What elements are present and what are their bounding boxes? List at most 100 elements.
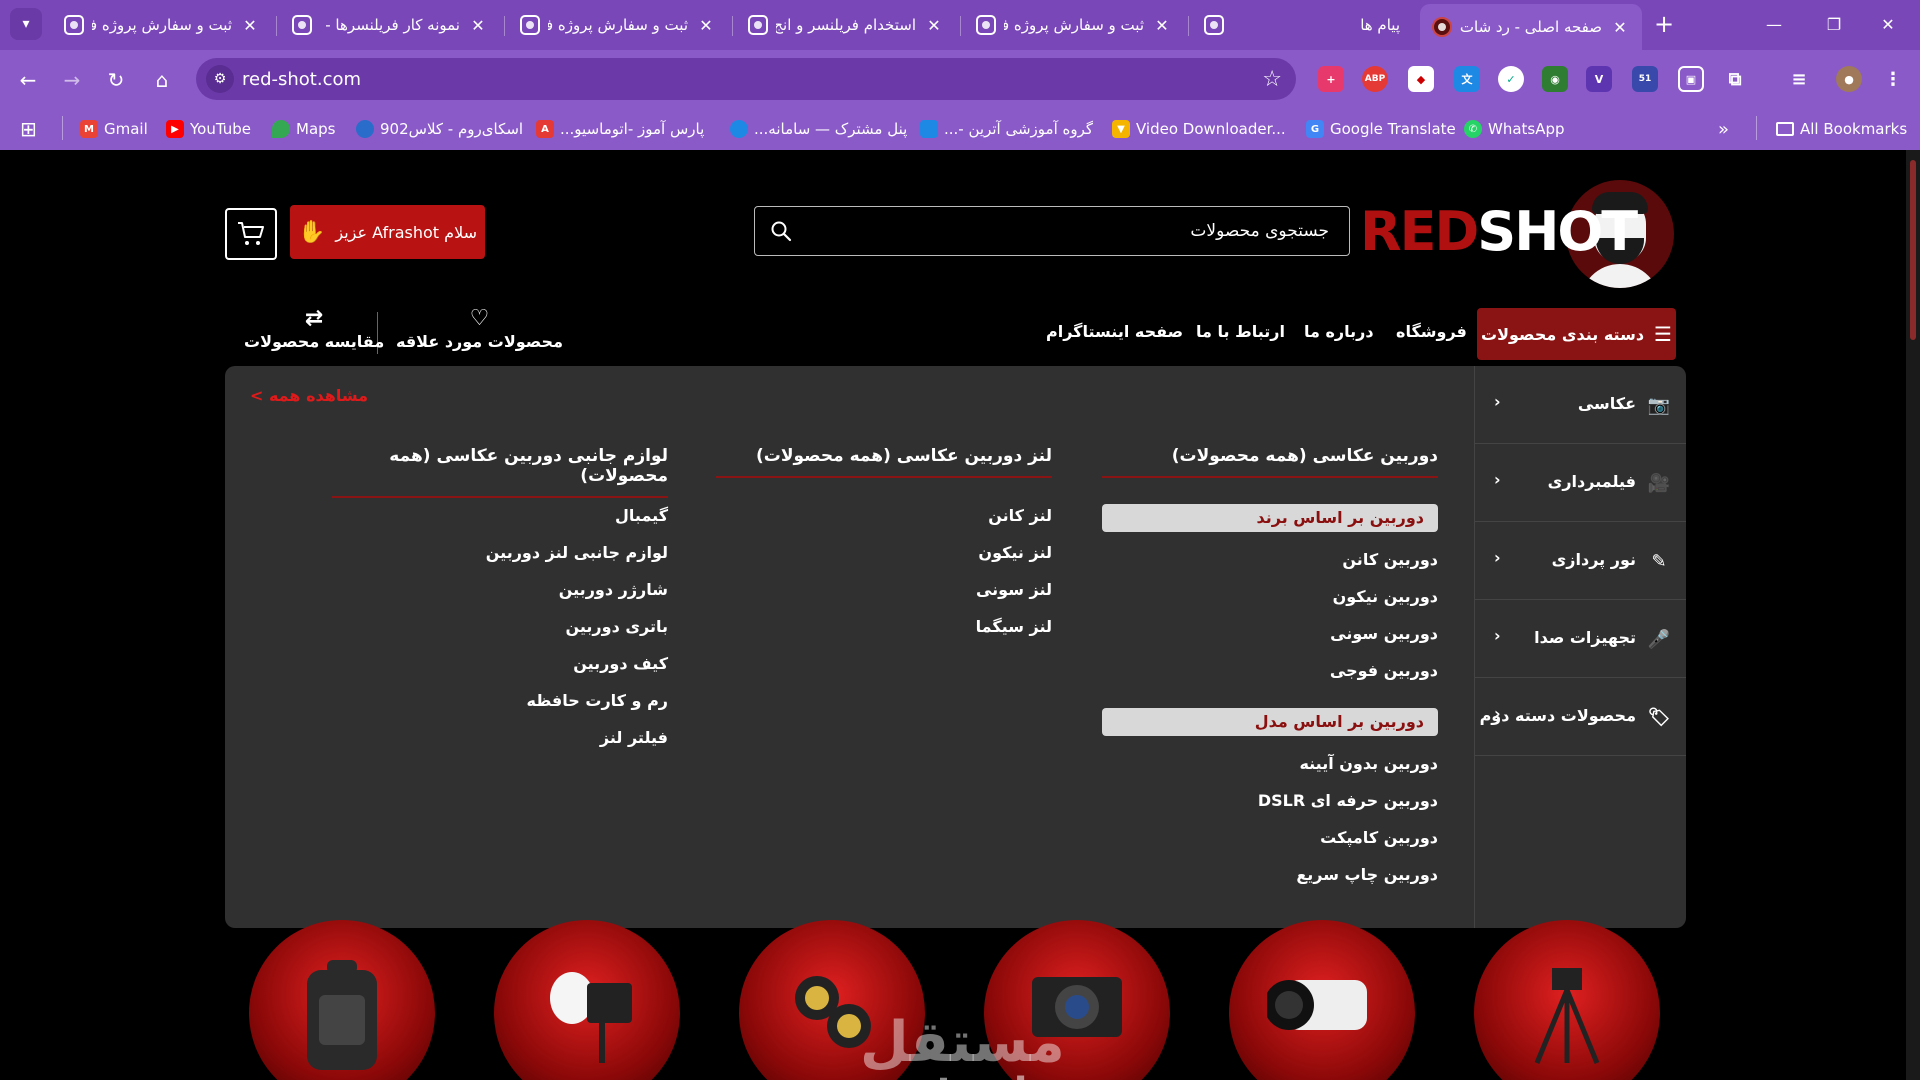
menu-kebab-icon[interactable]: ⋮ xyxy=(1880,66,1906,92)
home-button[interactable]: ⌂ xyxy=(146,64,178,96)
menu-link[interactable]: کیف دوربین xyxy=(573,654,668,673)
close-icon[interactable]: ✕ xyxy=(468,16,488,35)
bookmark-maps[interactable]: Maps xyxy=(272,116,335,142)
search-input[interactable]: جستجوی محصولات xyxy=(754,206,1350,256)
translate-extension-icon[interactable]: 文 xyxy=(1454,66,1480,92)
apps-grid-icon[interactable]: ⊞ xyxy=(20,116,37,142)
menu-link[interactable]: باتری دوربین xyxy=(565,617,668,636)
menu-link[interactable]: دوربین کانن xyxy=(1342,550,1438,569)
extensions-puzzle-icon[interactable]: ⧉ xyxy=(1722,66,1748,92)
menu-link[interactable]: دوربین سونی xyxy=(1330,624,1438,643)
notification-extension-icon[interactable]: 51 xyxy=(1632,66,1658,92)
extension-icon[interactable]: + xyxy=(1318,66,1344,92)
grammar-extension-icon[interactable]: ✓ xyxy=(1498,66,1524,92)
close-icon[interactable]: ✕ xyxy=(696,16,716,35)
page-scrollbar[interactable] xyxy=(1906,150,1920,1080)
v-extension-icon[interactable]: V xyxy=(1586,66,1612,92)
menu-link[interactable]: دوربین کامپکت xyxy=(1320,828,1438,847)
menu-link[interactable]: دوربین بدون آیینه xyxy=(1299,754,1438,773)
adblock-icon[interactable]: ABP xyxy=(1362,66,1388,92)
url-text[interactable]: red-shot.com xyxy=(242,69,361,90)
sidebar-item-video[interactable]: 🎥 فیلمبرداری › xyxy=(1474,444,1686,522)
tab[interactable]: ثبت و سفارش پروژه فر ✕ xyxy=(52,6,272,44)
menu-link[interactable]: رم و کارت حافظه xyxy=(527,691,669,710)
bookmark-star-icon[interactable]: ☆ xyxy=(1262,67,1282,92)
category-circle-lens[interactable] xyxy=(1229,920,1415,1080)
nav-about[interactable]: درباره ما xyxy=(1304,322,1374,341)
scrollbar-thumb[interactable] xyxy=(1910,160,1916,340)
menu-link[interactable]: دوربین حرفه ای DSLR xyxy=(1258,791,1438,810)
category-circle-bags[interactable] xyxy=(249,920,435,1080)
extension-icon[interactable]: ◉ xyxy=(1542,66,1568,92)
menu-link[interactable]: دوربین چاپ سریع xyxy=(1296,865,1438,884)
logo-wordmark[interactable]: REDSHOT xyxy=(1360,202,1638,262)
menu-link[interactable]: شارژر دوربین xyxy=(559,580,668,599)
profile-avatar[interactable]: ● xyxy=(1836,66,1862,92)
nav-shop[interactable]: فروشگاه xyxy=(1396,322,1467,341)
bookmarks-overflow-icon[interactable]: » xyxy=(1718,116,1729,142)
menu-link[interactable]: گیمبال xyxy=(615,506,668,525)
cart-button[interactable] xyxy=(225,208,277,260)
restore-button[interactable]: ❐ xyxy=(1814,10,1854,38)
bookmark-atrin[interactable]: گروه آموزشی آترین -... xyxy=(920,116,1093,142)
sidebar-item-photography[interactable]: 📷 عکاسی › xyxy=(1474,366,1686,444)
bookmark-youtube[interactable]: ▶ YouTube xyxy=(166,116,251,142)
menu-link[interactable]: لنز کانن xyxy=(988,506,1052,525)
subgroup-heading[interactable]: دوربین بر اساس برند xyxy=(1102,504,1438,532)
menu-link[interactable]: دوربین فوجی xyxy=(1330,661,1438,680)
minimize-button[interactable]: — xyxy=(1754,10,1794,38)
menu-link[interactable]: لوازم جانبی لنز دوربین xyxy=(486,543,668,562)
tab-active[interactable]: صفحه اصلی - رد شات ✕ xyxy=(1420,4,1642,50)
menu-link[interactable]: دوربین نیکون xyxy=(1333,587,1438,606)
site-info-icon[interactable]: ⚙ xyxy=(206,65,234,93)
menu-link[interactable]: فیلتر لنز xyxy=(600,728,668,747)
bookmark-whatsapp[interactable]: ✆ WhatsApp xyxy=(1464,116,1565,142)
bookmark-skyroom[interactable]: اسکای‌روم - کلاس902 xyxy=(356,116,523,142)
all-bookmarks[interactable]: All Bookmarks xyxy=(1776,116,1907,142)
pdf-extension-icon[interactable]: ◆ xyxy=(1408,66,1434,92)
sidebar-item-audio[interactable]: 🎤 تجهیزات صدا › xyxy=(1474,600,1686,678)
tab[interactable]: ثبت و سفارش پروژه فر ✕ xyxy=(964,6,1184,44)
close-icon[interactable]: ✕ xyxy=(1610,18,1630,37)
account-button[interactable]: سلام Afrashot عزیز ✋ xyxy=(290,205,485,259)
bookmark-google-translate[interactable]: G Google Translate xyxy=(1306,116,1456,142)
media-control-icon[interactable]: ≡ xyxy=(1786,66,1812,92)
categories-button[interactable]: ☰ دسته بندی محصولات xyxy=(1477,308,1676,360)
address-bar[interactable]: ⚙ red-shot.com ☆ xyxy=(196,58,1296,100)
subgroup-heading[interactable]: دوربین بر اساس مدل xyxy=(1102,708,1438,736)
nav-instagram[interactable]: صفحه اینستاگرام xyxy=(1046,322,1183,341)
category-circle-lighting[interactable] xyxy=(494,920,680,1080)
menu-link[interactable]: لنز نیکون xyxy=(978,543,1052,562)
column-title[interactable]: لنز دوربین عکاسی (همه محصولات) xyxy=(716,446,1052,478)
forward-button[interactable]: → xyxy=(56,64,88,96)
category-circle-tripod[interactable] xyxy=(1474,920,1660,1080)
close-icon[interactable]: ✕ xyxy=(924,16,944,35)
see-all-link[interactable]: مشاهده همه > xyxy=(250,386,368,405)
bookmark-panel[interactable]: پنل مشترک — سامانه... xyxy=(730,116,907,142)
close-window-button[interactable]: ✕ xyxy=(1868,10,1908,38)
sidebar-item-lighting[interactable]: ✎ نور پردازی › xyxy=(1474,522,1686,600)
tab[interactable]: نمونه کار فریلنسرها - ✕ xyxy=(280,6,500,44)
nav-contact[interactable]: ارتباط با ما xyxy=(1196,322,1285,341)
favorites-link[interactable]: ♡ محصولات مورد علاقه xyxy=(396,306,563,358)
tab[interactable]: پیام ها xyxy=(1192,6,1412,44)
bookmark-gmail[interactable]: M Gmail xyxy=(80,116,148,142)
bookmark-video-downloader[interactable]: ▼ Video Downloader... xyxy=(1112,116,1286,142)
tab[interactable]: ثبت و سفارش پروژه فر ✕ xyxy=(508,6,728,44)
new-tab-button[interactable]: + xyxy=(1650,10,1678,38)
reload-button[interactable]: ↻ xyxy=(100,64,132,96)
tab[interactable]: استخدام فریلنسر و انج ✕ xyxy=(736,6,956,44)
menu-link[interactable]: لنز سیگما xyxy=(976,617,1052,636)
sidebar-item-second-hand[interactable]: 🏷 محصولات دسته دوم › xyxy=(1474,678,1686,756)
column-title[interactable]: دوربین عکاسی (همه محصولات) xyxy=(1102,446,1438,478)
close-icon[interactable]: ✕ xyxy=(240,16,260,35)
search-icon[interactable] xyxy=(769,219,793,243)
back-button[interactable]: ← xyxy=(12,64,44,96)
close-icon[interactable]: ✕ xyxy=(1152,16,1172,35)
compare-link[interactable]: ⇄ مقایسه محصولات xyxy=(244,306,384,358)
tab-search-button[interactable]: ▾ xyxy=(10,8,42,40)
image-extension-icon[interactable]: ▣ xyxy=(1678,66,1704,92)
menu-link[interactable]: لنز سونی xyxy=(976,580,1052,599)
bookmark-parsamooz[interactable]: A پارس آموز -اتوماسیو... xyxy=(536,116,704,142)
column-title[interactable]: لوازم جانبی دوربین عکاسی (همه محصولات) xyxy=(332,446,668,498)
